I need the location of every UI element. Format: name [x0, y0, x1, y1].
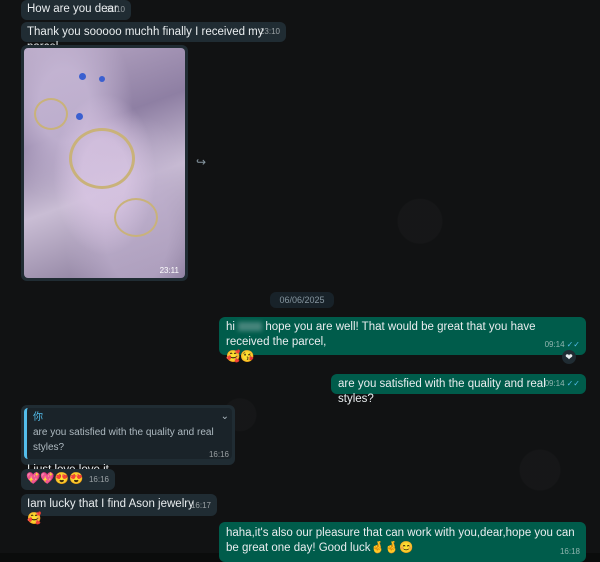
message-time: 16:16: [208, 450, 229, 459]
message-incoming[interactable]: Thank you sooooo muchh finally I receive…: [21, 22, 286, 53]
message-time: 16:18: [559, 547, 580, 556]
message-emoji: 💖💖😍😍: [26, 473, 84, 485]
date-divider: 06/06/2025: [270, 292, 334, 308]
message-time: 09:14 ✓✓: [544, 340, 580, 349]
blurred-name: [238, 322, 263, 332]
message-incoming[interactable]: How are you dear 23:10: [21, 0, 131, 20]
message-time: 09:14 ✓✓: [544, 379, 580, 388]
message-outgoing[interactable]: hi hope you are well! That would be grea…: [219, 317, 586, 363]
heart-reaction-icon[interactable]: ❤: [562, 350, 576, 364]
message-incoming[interactable]: 💖💖😍😍 16:16: [21, 469, 115, 490]
parcel-photo[interactable]: 23:11: [24, 48, 185, 278]
message-time: 16:17: [190, 501, 211, 510]
message-emoji: 🥰😘: [226, 351, 255, 363]
forward-icon[interactable]: ↪: [196, 155, 210, 169]
quoted-author: 你: [33, 412, 43, 423]
message-incoming[interactable]: Iam lucky that I find Ason jewelry 🥰 16:…: [21, 494, 217, 525]
double-check-icon: ✓✓: [566, 340, 580, 349]
double-check-icon: ✓✓: [566, 379, 580, 388]
chevron-down-icon[interactable]: ⌄: [221, 409, 229, 424]
message-time: 23:10: [259, 27, 280, 36]
quoted-text: are you satisfied with the quality and r…: [33, 427, 214, 453]
message-greeting: hi: [226, 321, 235, 333]
message-outgoing[interactable]: are you satisfied with the quality and r…: [331, 374, 586, 405]
message-time: 16:16: [88, 475, 109, 484]
message-incoming-reply[interactable]: ⌄ 你 are you satisfied with the quality a…: [21, 405, 235, 476]
message-text: haha,it's also our pleasure that can wor…: [226, 527, 575, 554]
message-text: hope you are well! That would be great t…: [226, 321, 536, 348]
message-outgoing[interactable]: haha,it's also our pleasure that can wor…: [219, 522, 586, 562]
quoted-message[interactable]: 你 are you satisfied with the quality and…: [24, 408, 232, 459]
image-message[interactable]: 23:11: [21, 45, 188, 281]
message-time: 23:11: [159, 266, 179, 275]
message-time: 23:10: [104, 5, 125, 14]
